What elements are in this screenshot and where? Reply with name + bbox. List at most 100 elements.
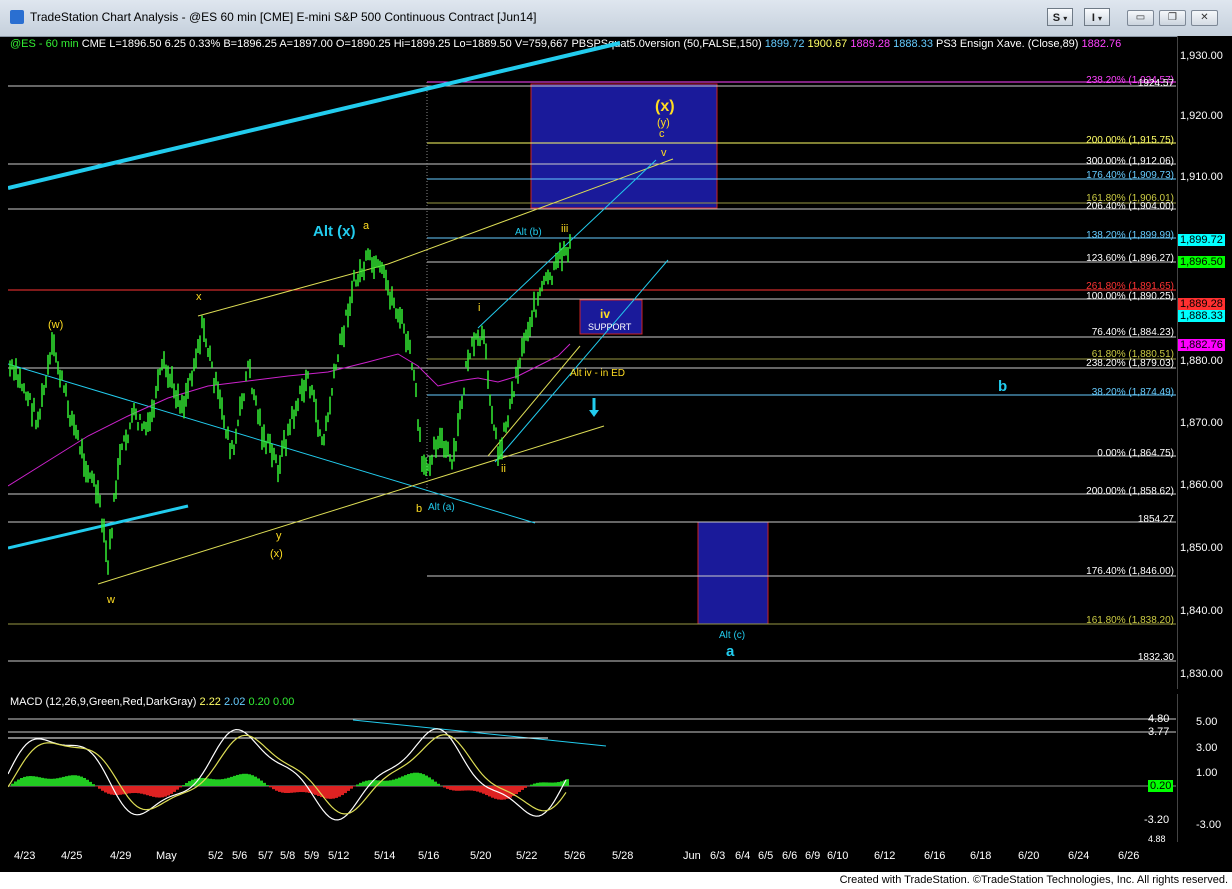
fib-level-label: 238.20% (1,879.03) xyxy=(1086,358,1174,369)
label-a-blue: a xyxy=(726,643,735,660)
date-tick: 6/16 xyxy=(924,850,946,862)
close-icon: ✕ xyxy=(1200,12,1209,23)
macd-bar xyxy=(524,786,527,788)
restore-button[interactable]: ❐ xyxy=(1159,10,1186,26)
macd-bar xyxy=(395,778,398,786)
macd-bar xyxy=(185,782,188,786)
label-b-blue: b xyxy=(998,378,1007,395)
macd-bar xyxy=(413,772,416,786)
macd-bar xyxy=(290,786,293,793)
window-titlebar: TradeStation Chart Analysis - @ES 60 min… xyxy=(0,0,1232,37)
macd-bar xyxy=(536,782,539,786)
label-y-small: y xyxy=(276,530,282,542)
macd-panel[interactable] xyxy=(8,694,1176,842)
macd-bar xyxy=(80,776,83,786)
fib-level-label: 38.20% (1,874.49) xyxy=(1092,387,1174,398)
date-tick: 6/18 xyxy=(970,850,992,862)
macd-bar xyxy=(359,782,362,786)
close-button[interactable]: ✕ xyxy=(1191,10,1218,26)
price-tick: 1,860.00 xyxy=(1180,479,1223,491)
macd-bar xyxy=(455,786,458,791)
date-tick: 4/23 xyxy=(14,850,36,862)
macd-bar xyxy=(137,786,140,794)
fib-level-label: 76.40% (1,884.23) xyxy=(1092,327,1174,338)
macd-bar xyxy=(209,778,212,786)
macd-bar xyxy=(23,776,26,786)
macd-bar xyxy=(128,786,131,794)
date-tick: 6/12 xyxy=(874,850,896,862)
fib-level-label: 1832.30 xyxy=(1138,652,1175,663)
date-tick: 6/26 xyxy=(1118,850,1140,862)
macd-bar xyxy=(257,778,260,786)
moving-average-line xyxy=(8,343,571,487)
label-w-small: w xyxy=(106,594,115,606)
label-alt-b: Alt (b) xyxy=(515,227,542,238)
macd-bar xyxy=(245,773,248,786)
macd-bar xyxy=(446,786,449,789)
label-a-small: a xyxy=(363,220,370,232)
macd-bar xyxy=(347,786,350,791)
fib-level-label: 0.00% (1,864.75) xyxy=(1097,448,1174,459)
fib-level-label: 206.40% (1,904.00) xyxy=(1086,201,1174,212)
macd-bar xyxy=(404,775,407,786)
macd-bar xyxy=(65,776,68,786)
fib-level-label: 123.60% (1,896.27) xyxy=(1086,253,1174,264)
fib-level-label: 100.00% (1,890.25) xyxy=(1086,291,1174,302)
price-chart[interactable]: (x) (y) c v Alt (x) a Alt (b) iii i iv S… xyxy=(8,36,1176,689)
label-c: c xyxy=(659,128,665,140)
fib-level-label: 176.40% (1,909.73) xyxy=(1086,170,1174,181)
macd-tick: 3.00 xyxy=(1196,742,1218,754)
macd-bar xyxy=(167,786,170,796)
macd-bar xyxy=(326,786,329,799)
macd-axis: 5.00 3.00 1.00 -3.00 xyxy=(1177,694,1232,842)
macd-bar xyxy=(254,776,257,786)
macd-bar xyxy=(332,786,335,799)
date-tick: 5/12 xyxy=(328,850,350,862)
i-menu-button[interactable]: I ▾ xyxy=(1084,8,1110,26)
price-tag: 1,889.28 xyxy=(1178,298,1225,310)
macd-bar xyxy=(41,777,44,786)
macd-bar xyxy=(557,782,560,786)
date-tick: 5/28 xyxy=(612,850,634,862)
target-box-lower xyxy=(697,521,769,625)
macd-bar xyxy=(335,786,338,798)
macd-bar xyxy=(11,783,14,786)
macd-bar xyxy=(140,786,143,794)
macd-bar xyxy=(158,786,161,798)
macd-bar xyxy=(278,786,281,792)
footer: Created with TradeStation. ©TradeStation… xyxy=(0,872,1232,889)
macd-bar xyxy=(170,786,173,794)
fib-level-label: 300.00% (1,912.06) xyxy=(1086,156,1174,167)
macd-bar xyxy=(356,784,359,786)
macd-bar xyxy=(542,782,545,786)
macd-bar xyxy=(218,779,221,786)
s-menu-button[interactable]: S ▾ xyxy=(1047,8,1073,26)
macd-bar xyxy=(293,786,296,793)
macd-bar xyxy=(398,777,401,786)
minimize-button[interactable]: ▭ xyxy=(1127,10,1154,26)
macd-bar xyxy=(242,773,245,786)
macd-bar xyxy=(554,782,557,786)
label-b-small: b xyxy=(416,503,422,515)
macd-bar xyxy=(473,786,476,791)
macd-bar xyxy=(365,780,368,786)
macd-bar xyxy=(89,781,92,786)
macd-bar xyxy=(227,777,230,786)
label-w-paren: (w) xyxy=(48,319,63,331)
macd-bar xyxy=(236,774,239,786)
macd-bar xyxy=(383,780,386,786)
macd-bar xyxy=(104,786,107,793)
date-tick: 5/8 xyxy=(280,850,296,862)
date-tick: 5/7 xyxy=(258,850,274,862)
macd-bar xyxy=(350,786,353,789)
macd-bar xyxy=(476,786,479,792)
macd-bar xyxy=(230,776,233,786)
macd-bar xyxy=(173,786,176,792)
macd-bar xyxy=(494,786,497,799)
macd-bar xyxy=(482,786,485,794)
macd-bar xyxy=(458,786,461,791)
macd-tick: 5.00 xyxy=(1196,716,1218,728)
label-alt-iv: Alt iv - in ED xyxy=(570,368,625,379)
date-axis: 4/23 4/25 4/29 May 5/2 5/6 5/7 5/8 5/9 5/12 5/14 5/… xyxy=(8,846,1176,868)
macd-bar xyxy=(32,776,35,786)
